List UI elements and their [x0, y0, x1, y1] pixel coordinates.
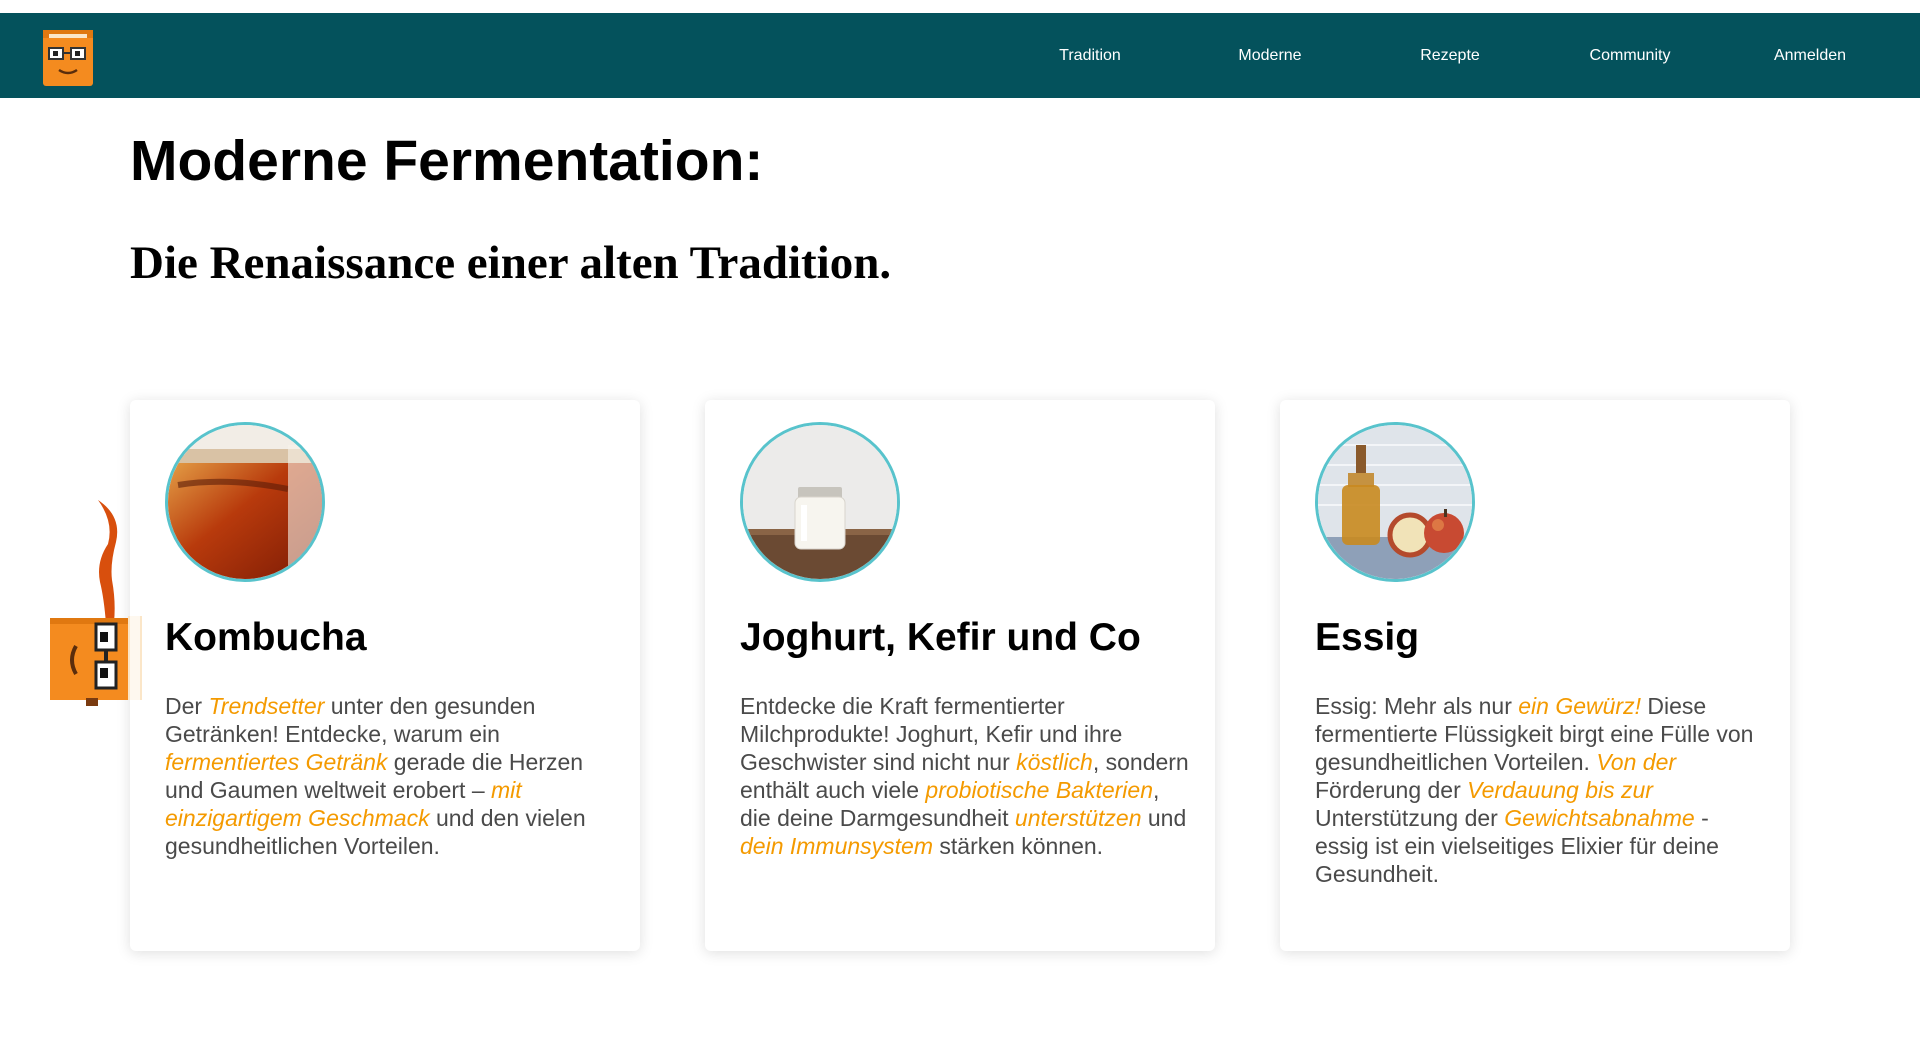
highlight-text: probiotische Bakterien	[925, 777, 1153, 803]
highlight-text: Trendsetter	[208, 693, 325, 719]
highlight-text: fermentiertes Getränk	[165, 749, 388, 775]
card-kombucha[interactable]: Kombucha Der Trendsetter unter den gesun…	[130, 400, 640, 951]
kombucha-photo	[165, 422, 325, 582]
vinegar-apples-photo	[1315, 422, 1475, 582]
card-title: Joghurt, Kefir und Co	[740, 616, 1141, 659]
nav-anmelden[interactable]: Anmelden	[1740, 13, 1880, 98]
card-title: Essig	[1315, 616, 1420, 659]
navbar: Tradition Moderne Rezepte Community Anme…	[0, 13, 1920, 98]
highlight-text: ein Gewürz!	[1518, 693, 1641, 719]
body-text: Unterstützung der	[1315, 805, 1505, 831]
card-text: Essig: Mehr als nur ein Gewürz! Diese fe…	[1315, 692, 1765, 888]
body-text: Der	[165, 693, 209, 719]
card-text: Entdecke die Kraft fermentierter Milchpr…	[740, 692, 1190, 860]
yogurt-jar-photo	[740, 422, 900, 582]
card-title: Kombucha	[165, 616, 367, 659]
nav-community[interactable]: Community	[1560, 13, 1700, 98]
card-joghurt[interactable]: Joghurt, Kefir und Co Entdecke die Kraft…	[705, 400, 1215, 951]
logo-icon[interactable]	[41, 28, 95, 88]
mascot-icon	[50, 500, 142, 706]
highlight-text: unterstützen	[1014, 805, 1142, 831]
nav-rezepte[interactable]: Rezepte	[1380, 13, 1520, 98]
page-subtitle: Die Renaissance einer alten Tradition.	[130, 237, 892, 289]
card-text: Der Trendsetter unter den gesunden Geträ…	[165, 692, 615, 860]
nav-moderne[interactable]: Moderne	[1200, 13, 1340, 98]
highlight-text: Von der	[1596, 749, 1677, 775]
page-title: Moderne Fermentation:	[130, 129, 764, 193]
body-text: stärken können.	[933, 833, 1104, 859]
body-text: und	[1141, 805, 1187, 831]
nav-tradition[interactable]: Tradition	[1020, 13, 1160, 98]
body-text: Essig: Mehr als nur	[1315, 693, 1519, 719]
highlight-text: Gewichtsabnahme	[1504, 805, 1695, 831]
body-text: Förderung der	[1315, 777, 1468, 803]
card-essig[interactable]: Essig Essig: Mehr als nur ein Gewürz! Di…	[1280, 400, 1790, 951]
highlight-text: Verdauung bis zur	[1467, 777, 1653, 803]
highlight-text: dein Immunsystem	[740, 833, 934, 859]
top-strip	[0, 0, 1920, 13]
highlight-text: köstlich	[1016, 749, 1093, 775]
